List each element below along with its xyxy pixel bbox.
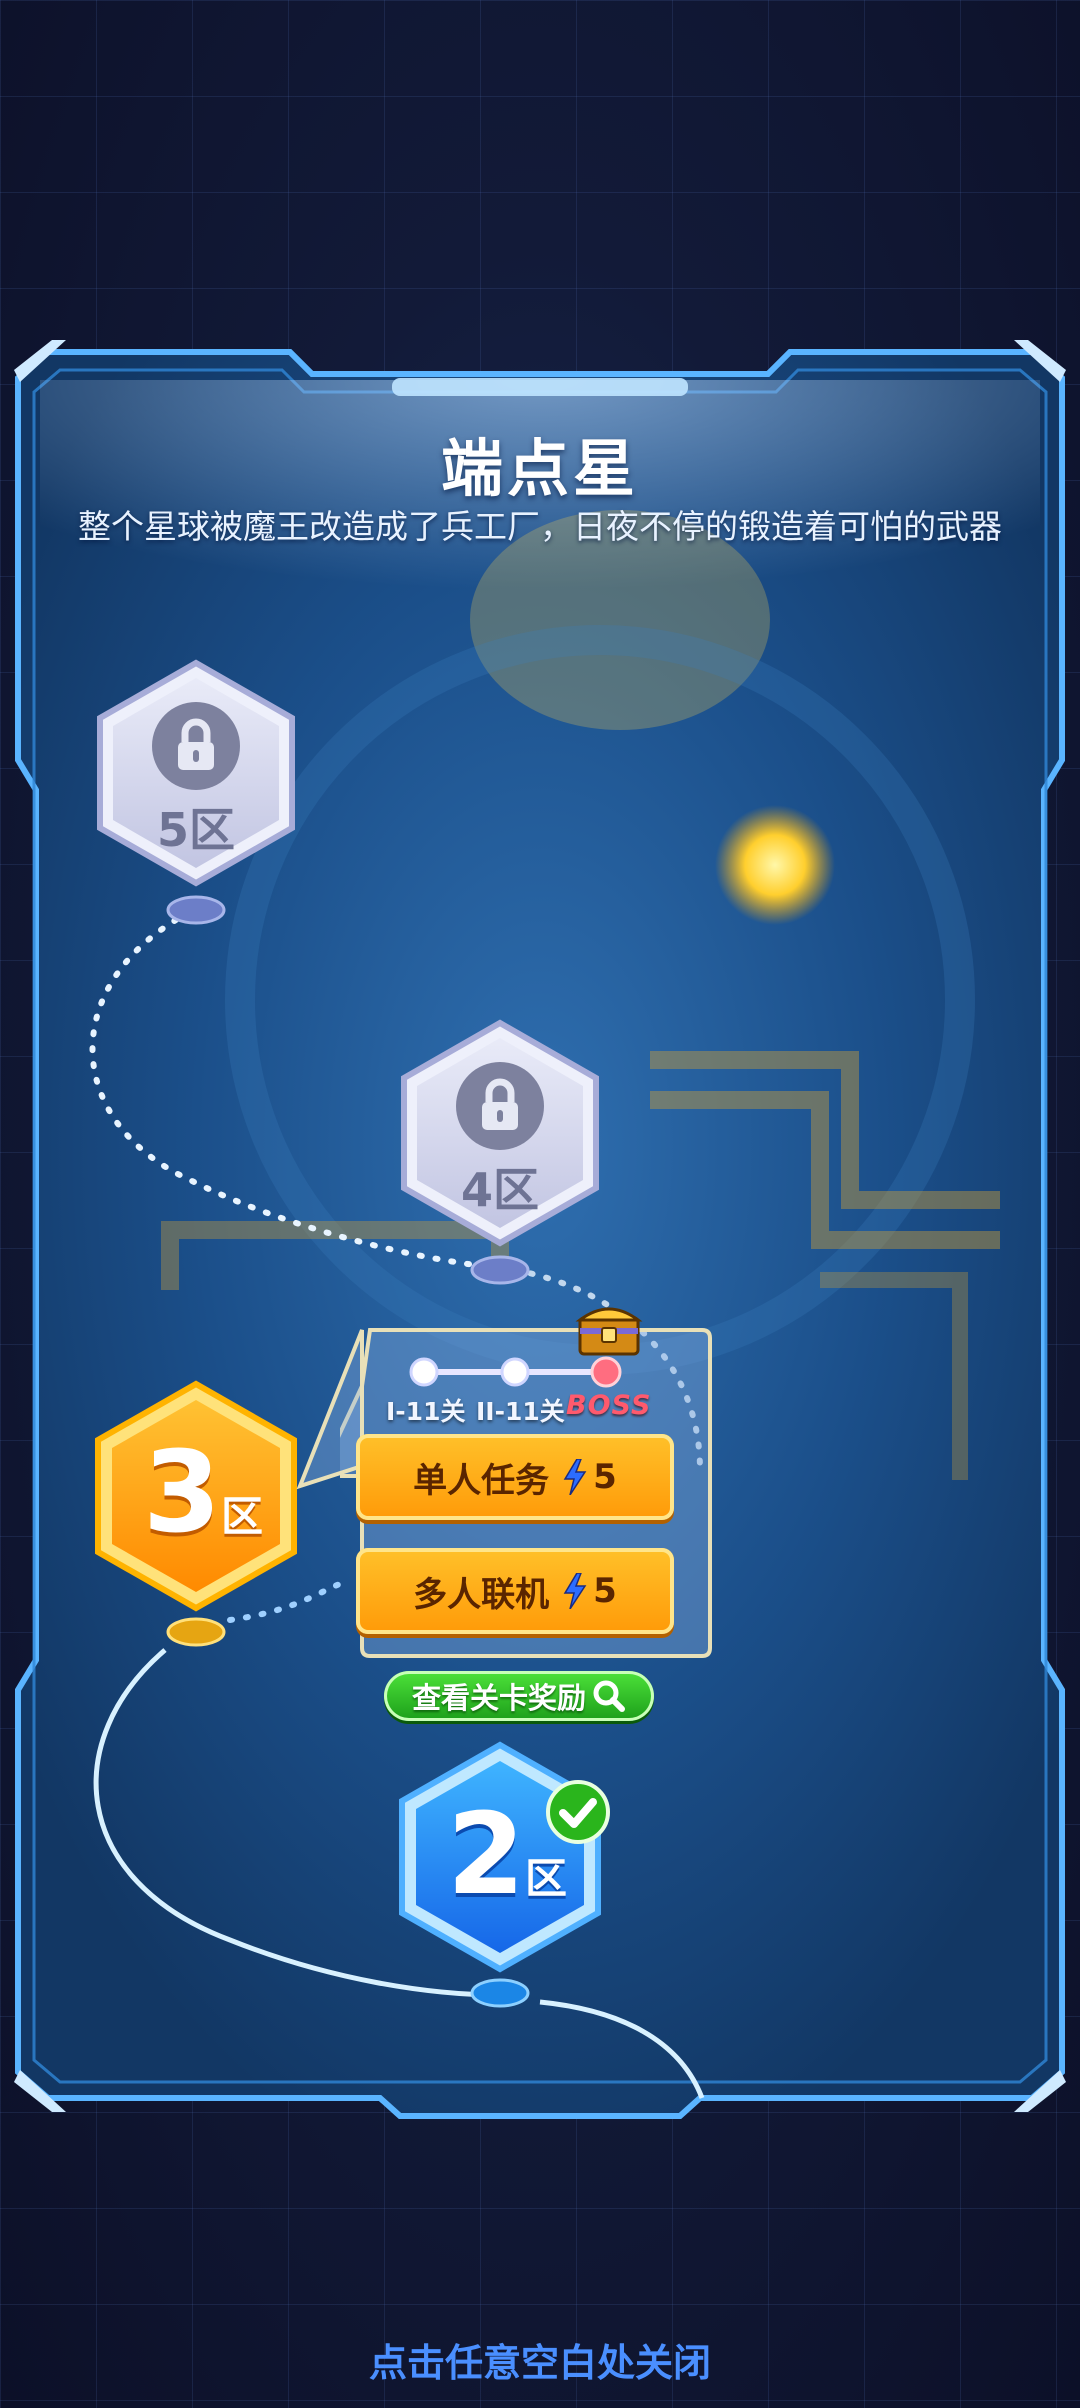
stage-label-boss: BOSS bbox=[566, 1390, 652, 1421]
lightning-icon bbox=[563, 1573, 587, 1609]
zone-3-label: 3区 bbox=[143, 1428, 263, 1558]
solo-mission-label: 单人任务 bbox=[413, 1460, 550, 1501]
planet-title: 端点星 bbox=[440, 432, 639, 505]
lightning-icon bbox=[563, 1459, 587, 1495]
view-rewards-label: 查看关卡奖励 bbox=[411, 1681, 586, 1715]
solo-mission-button[interactable]: 单人任务 5 bbox=[356, 1434, 674, 1520]
lock-icon bbox=[456, 1062, 544, 1150]
view-rewards-button[interactable]: 查看关卡奖励 bbox=[384, 1671, 654, 1721]
zone-5-label: 5区 bbox=[156, 803, 235, 857]
lock-icon bbox=[152, 702, 240, 790]
close-hint[interactable]: 点击任意空白处关闭 bbox=[0, 2332, 1080, 2387]
planet-description: 整个星球被魔王改造成了兵工厂，日夜不停的锻造着可怕的武器 bbox=[78, 507, 1002, 546]
zone-4-label: 4区 bbox=[460, 1163, 539, 1217]
stage-label-2: II-11关 bbox=[476, 1397, 565, 1426]
multiplayer-cost: 5 bbox=[593, 1571, 617, 1611]
multiplayer-label: 多人联机 bbox=[413, 1574, 550, 1615]
solo-mission-cost: 5 bbox=[593, 1457, 617, 1497]
magnifier-icon bbox=[593, 1680, 625, 1712]
stage-label-1: I-11关 bbox=[386, 1397, 466, 1426]
multiplayer-button[interactable]: 多人联机 5 bbox=[356, 1548, 674, 1634]
checkmark-icon bbox=[546, 1780, 610, 1844]
treasure-chest-icon[interactable] bbox=[574, 1298, 644, 1360]
